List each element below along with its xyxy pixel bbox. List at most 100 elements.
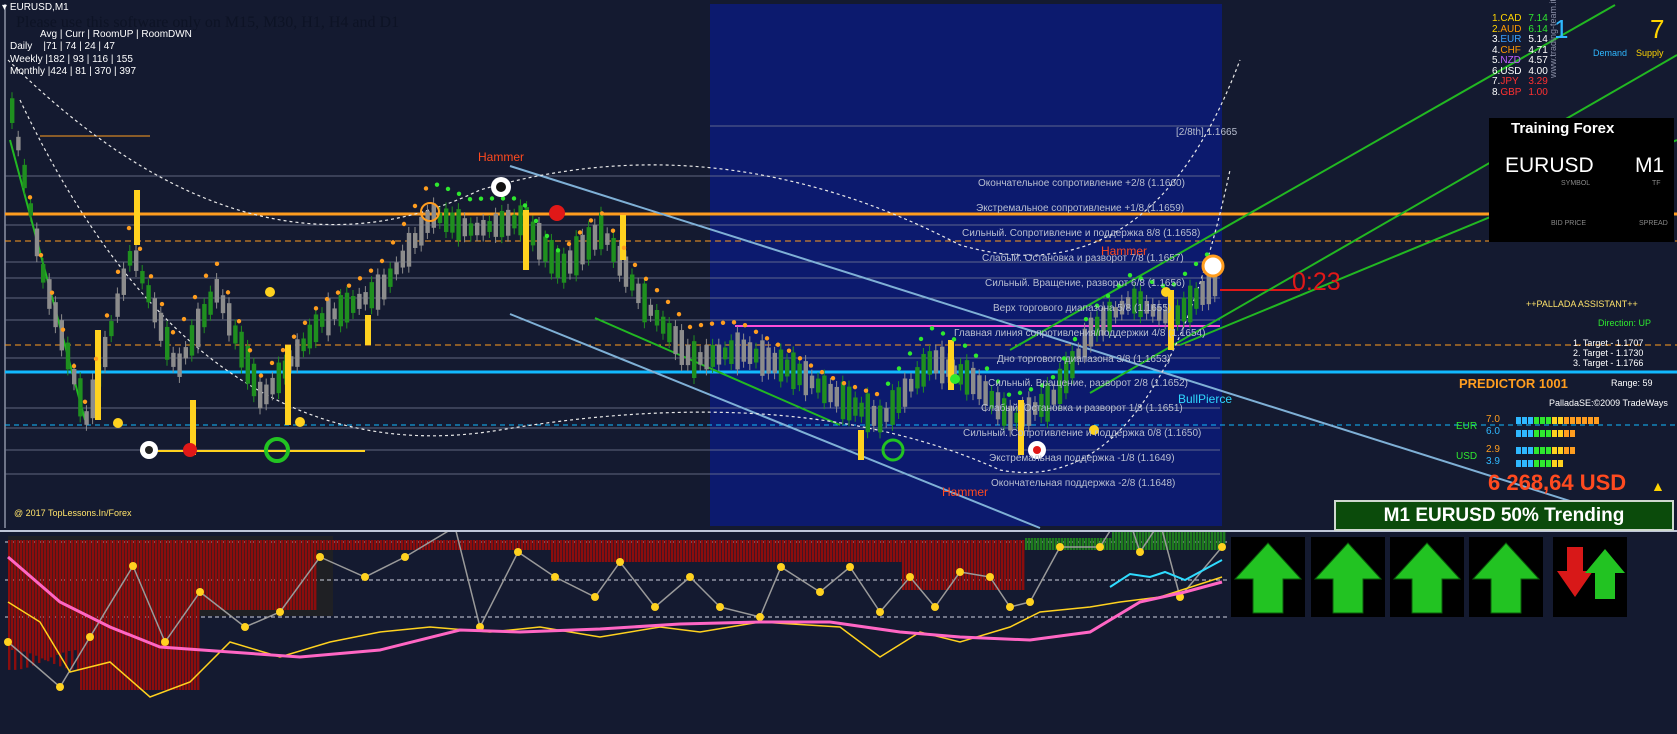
histogram-bar bbox=[1022, 540, 1025, 590]
candle bbox=[115, 293, 120, 317]
histogram-bar bbox=[839, 540, 842, 562]
trend-dot bbox=[302, 320, 308, 325]
candle bbox=[450, 212, 455, 233]
candle bbox=[865, 393, 870, 433]
watermark: www.trading-team.it bbox=[1548, 0, 1558, 78]
histogram-bar bbox=[125, 540, 128, 690]
histogram-bar bbox=[248, 540, 251, 610]
trend-dot bbox=[214, 261, 220, 267]
histogram-bar bbox=[1067, 538, 1070, 550]
candle bbox=[121, 268, 126, 295]
histogram-bar bbox=[194, 540, 197, 690]
histogram-bar bbox=[1019, 540, 1022, 590]
histogram-bar bbox=[860, 540, 863, 562]
candle bbox=[475, 222, 480, 236]
signal-dot bbox=[591, 593, 599, 601]
signal-dot bbox=[716, 603, 724, 611]
histogram-bar bbox=[1181, 532, 1184, 550]
pallada-direction: Direction: UP bbox=[1598, 318, 1652, 328]
chart-window[interactable]: ▾ EURUSD,M1 Please use this software onl… bbox=[0, 0, 1677, 734]
histogram-bar bbox=[293, 540, 296, 610]
histogram-bar bbox=[560, 540, 563, 562]
signal-dot bbox=[1136, 548, 1144, 556]
histogram-bar bbox=[539, 540, 542, 550]
histogram-bar bbox=[833, 540, 836, 562]
histogram-bar bbox=[770, 540, 773, 562]
trend-dot bbox=[632, 262, 638, 268]
signal-candle bbox=[134, 190, 140, 245]
histogram-bar bbox=[566, 540, 569, 562]
arrow-down-up-icon bbox=[1557, 547, 1625, 599]
histogram-bar bbox=[1157, 532, 1160, 550]
level-label: [2/8th] 1.1665 bbox=[1176, 127, 1238, 138]
candle bbox=[382, 274, 387, 300]
histogram-bar bbox=[113, 540, 116, 690]
candle bbox=[146, 285, 151, 303]
histogram-bar bbox=[41, 540, 44, 659]
trend-dot bbox=[621, 245, 627, 251]
candle bbox=[599, 212, 604, 250]
window-title[interactable]: ▾ EURUSD,M1 bbox=[2, 2, 69, 13]
daily-range: Daily |71 | 74 | 24 | 47 bbox=[10, 41, 115, 52]
monthly-range: Monthly |424 | 81 | 370 | 397 bbox=[10, 66, 137, 77]
candle bbox=[90, 379, 95, 419]
histogram-bar bbox=[1043, 538, 1046, 550]
histogram-bar bbox=[659, 540, 662, 562]
trend-dot bbox=[731, 320, 737, 325]
histogram-bar bbox=[257, 540, 260, 610]
histogram-bar bbox=[395, 540, 398, 550]
level-label: Сильный. Сопротивление и поддержка 0/8 (… bbox=[963, 428, 1202, 439]
candle bbox=[270, 377, 275, 395]
level-label: Слабый. Остановка и разворот 7/8 (1.1657… bbox=[982, 253, 1184, 264]
histogram-bar bbox=[527, 540, 530, 550]
arrow-up-icon bbox=[1233, 542, 1303, 614]
trend-dot bbox=[918, 336, 924, 342]
histogram-bar bbox=[1037, 538, 1040, 550]
histogram-bar bbox=[1049, 538, 1052, 550]
candle bbox=[661, 316, 666, 334]
histogram-bar bbox=[818, 540, 821, 562]
histogram-bar bbox=[389, 540, 392, 550]
histogram-bar bbox=[233, 540, 236, 610]
histogram-bar bbox=[743, 540, 746, 562]
histogram-bar bbox=[230, 540, 233, 610]
histogram-bar bbox=[329, 540, 332, 550]
histogram-bar bbox=[956, 540, 959, 590]
histogram-bar bbox=[1064, 538, 1067, 550]
histogram-bar bbox=[296, 540, 299, 610]
candle bbox=[921, 354, 926, 387]
histogram-bar bbox=[881, 540, 884, 562]
candle bbox=[84, 411, 89, 425]
histogram-bar bbox=[1016, 540, 1019, 590]
candle bbox=[227, 303, 232, 336]
trend-dot bbox=[159, 301, 165, 307]
histogram-bar bbox=[1148, 532, 1151, 550]
histogram-bar bbox=[734, 540, 737, 562]
candle bbox=[134, 250, 139, 271]
candle bbox=[902, 378, 908, 407]
trend-dot bbox=[346, 283, 352, 288]
candle bbox=[890, 390, 895, 425]
histogram-bar bbox=[365, 540, 368, 550]
level-label: Окончательная поддержка -2/8 (1.1648) bbox=[991, 478, 1176, 489]
signal-marker bbox=[1201, 254, 1225, 278]
main-price-chart[interactable]: ▾ EURUSD,M1 Please use this software onl… bbox=[0, 0, 1677, 532]
candle bbox=[468, 223, 474, 236]
trend-dot bbox=[456, 191, 462, 196]
histogram-bar bbox=[326, 540, 329, 550]
candle bbox=[189, 325, 195, 356]
histogram-bar bbox=[902, 540, 905, 590]
trend-dot bbox=[148, 274, 154, 279]
candle bbox=[785, 359, 790, 377]
histogram-bar bbox=[74, 540, 77, 651]
histogram-bar bbox=[68, 540, 71, 652]
histogram-bar bbox=[1112, 532, 1115, 550]
histogram-bar bbox=[1193, 532, 1196, 550]
chevron-down-icon[interactable]: ▾ bbox=[2, 2, 7, 13]
signal-dot bbox=[876, 608, 884, 616]
histogram-bar bbox=[962, 540, 965, 590]
candle bbox=[741, 339, 746, 362]
histogram-bar bbox=[140, 540, 143, 690]
histogram-bar bbox=[179, 540, 182, 690]
histogram-bar bbox=[551, 540, 554, 562]
